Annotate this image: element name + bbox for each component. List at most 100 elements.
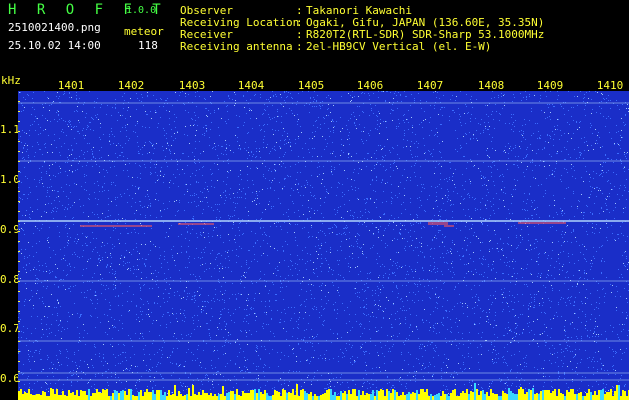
axis-tick — [18, 211, 20, 212]
strength-bar — [132, 395, 134, 400]
strength-bar — [392, 389, 394, 400]
strength-bar — [72, 392, 74, 400]
strength-bar — [474, 383, 476, 400]
strength-bar — [320, 395, 322, 400]
strength-bar — [436, 394, 438, 400]
strength-bar — [606, 392, 608, 400]
strength-bar — [52, 389, 54, 400]
axis-tick — [18, 141, 20, 142]
strength-bar — [266, 393, 268, 400]
axis-tick — [18, 101, 20, 102]
strength-bar — [302, 389, 304, 400]
meteor-echo — [178, 223, 214, 225]
strength-bar — [468, 394, 470, 400]
strength-bar — [164, 392, 166, 400]
axis-tick — [18, 241, 20, 242]
strength-bar — [230, 391, 232, 400]
axis-tick — [18, 131, 20, 132]
strength-bar — [178, 391, 180, 400]
strength-bar — [432, 396, 434, 400]
strength-bar — [352, 389, 354, 400]
strength-bar — [350, 394, 352, 400]
strength-bar — [262, 394, 264, 400]
strength-bar — [288, 392, 290, 400]
strength-bar — [560, 393, 562, 400]
strength-bar — [346, 394, 348, 400]
strength-bar — [216, 396, 218, 400]
strength-bar — [358, 390, 360, 400]
axis-tick — [18, 311, 20, 312]
strength-bar — [414, 393, 416, 400]
strength-bar — [364, 395, 366, 400]
axis-tick — [18, 271, 20, 272]
strength-bar — [614, 391, 616, 400]
strength-bar — [90, 396, 92, 400]
strength-bar — [66, 396, 68, 400]
strength-bar — [610, 389, 612, 400]
strength-bar — [22, 394, 24, 400]
strength-bar — [160, 390, 162, 400]
strength-bar — [46, 396, 48, 400]
strength-bar — [126, 395, 128, 400]
strength-bar — [184, 395, 186, 400]
axis-tick — [18, 281, 20, 282]
axis-tick — [18, 361, 20, 362]
strength-bar — [396, 392, 398, 400]
strength-bar — [248, 393, 250, 400]
meteor-echo — [80, 225, 152, 227]
strength-bar — [408, 392, 410, 400]
strength-bar — [256, 393, 258, 400]
strength-bar — [478, 395, 480, 400]
strength-bar — [370, 394, 372, 400]
date-time: 25.10.02 14:00 — [8, 39, 101, 52]
antenna-value: 2el-HB9CV Vertical (el. E-W) — [306, 40, 492, 53]
strength-bar — [234, 394, 236, 400]
meteor-count: 118 — [138, 39, 158, 52]
strength-bar — [174, 385, 176, 400]
strength-bar — [594, 391, 596, 400]
strength-bar — [380, 389, 382, 400]
strength-bar — [592, 395, 594, 400]
strength-bar — [166, 396, 168, 400]
strength-bar — [82, 391, 84, 400]
strength-bar — [588, 389, 590, 400]
strength-bar — [572, 389, 574, 400]
strength-bar — [86, 395, 88, 400]
axis-tick — [18, 171, 20, 172]
header-panel: H R O F F T 1.0.0 2510021400.png meteor … — [0, 0, 629, 78]
strength-bar — [472, 392, 474, 400]
strength-bar — [36, 394, 38, 400]
strength-bar — [506, 394, 508, 400]
strength-bar — [518, 389, 520, 400]
strength-bar — [64, 395, 66, 400]
strength-bar — [618, 385, 620, 400]
strength-bar — [416, 390, 418, 400]
strength-bar — [480, 391, 482, 400]
axis-tick — [18, 181, 20, 182]
axis-tick — [18, 121, 20, 122]
strength-bar — [340, 391, 342, 400]
strength-bar — [244, 393, 246, 400]
strength-bar — [616, 385, 618, 400]
strength-bar — [258, 389, 260, 400]
strength-bar — [172, 394, 174, 400]
strength-bar — [412, 392, 414, 400]
spectrogram-plot[interactable] — [18, 91, 629, 400]
strength-bar — [142, 396, 144, 400]
strength-bar — [576, 394, 578, 400]
axis-tick — [18, 291, 20, 292]
strength-bar — [586, 393, 588, 400]
strength-bar — [158, 390, 160, 400]
strength-bar — [378, 391, 380, 400]
strength-bar — [84, 391, 86, 400]
strength-bar — [528, 389, 530, 400]
strength-bar — [70, 393, 72, 400]
strength-bar — [424, 392, 426, 400]
strength-bar — [574, 394, 576, 400]
strength-bar — [554, 389, 556, 400]
strength-bar — [56, 389, 58, 400]
strength-bar — [284, 390, 286, 400]
strength-bar — [104, 390, 106, 400]
axis-tick — [18, 261, 20, 262]
strength-bar — [452, 390, 454, 400]
